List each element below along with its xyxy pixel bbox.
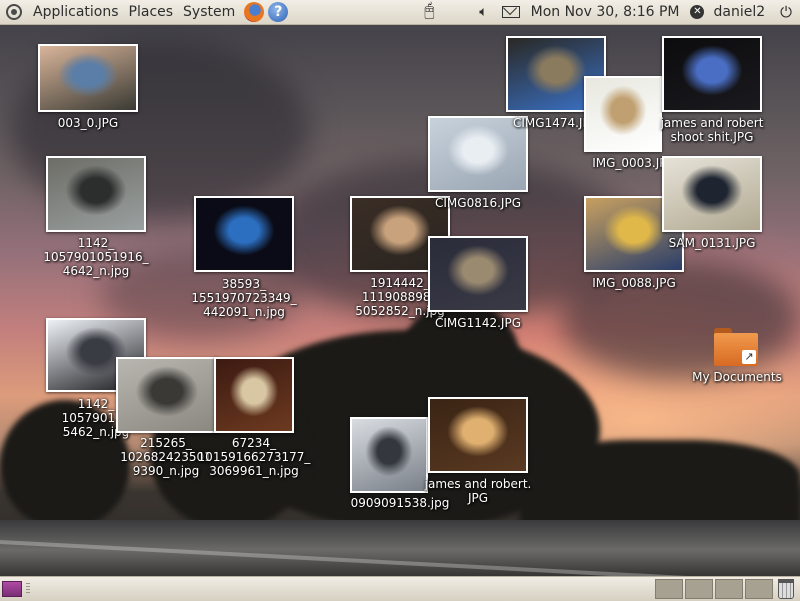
clock[interactable]: Mon Nov 30, 8:16 PM [526, 4, 685, 20]
panel-grip[interactable] [26, 583, 30, 595]
firefox-icon[interactable] [244, 2, 265, 22]
link-arrow-icon: ↗ [742, 350, 756, 364]
volume-icon[interactable]: 🔈︎ [475, 4, 491, 20]
top-panel: Applications Places System ? 🔈︎ Mon Nov … [0, 0, 800, 25]
menu-applications[interactable]: Applications [28, 4, 124, 20]
icon-label[interactable]: james and robert. JPG [418, 477, 538, 505]
help-icon[interactable]: ? [268, 2, 289, 22]
workspace-1[interactable] [655, 579, 683, 599]
mouse-pointer-icon: 🖰 [424, 0, 435, 21]
icon-label[interactable]: My Documents [677, 370, 797, 384]
photo-thumbnail-6[interactable] [214, 357, 294, 433]
user-name[interactable]: daniel2 [708, 4, 770, 20]
photo-thumbnail-5[interactable] [116, 357, 218, 433]
photo-thumbnail-11[interactable] [428, 397, 528, 473]
photo-thumbnail-9[interactable] [428, 236, 528, 312]
workspace-2[interactable] [685, 579, 713, 599]
icon-label[interactable]: CIMG0816.JPG [418, 196, 538, 210]
photo-thumbnail-14[interactable] [662, 36, 762, 112]
ubuntu-logo-icon[interactable] [6, 4, 22, 20]
power-icon[interactable]: ⏻ [770, 3, 800, 21]
menu-places[interactable]: Places [124, 4, 179, 20]
icon-label[interactable]: james and robert shoot shit.JPG [652, 116, 772, 144]
icon-label[interactable]: 1142_ 1057901051916_ 4642_n.jpg [36, 236, 156, 278]
workspace-3[interactable] [715, 579, 743, 599]
system-tray: 🔈︎ Mon Nov 30, 8:16 PM ✕ daniel2 ⏻ [475, 3, 800, 21]
menu-system[interactable]: System [178, 4, 240, 20]
folder-icon[interactable]: ↗ [714, 328, 758, 366]
bottom-panel [0, 576, 800, 601]
photo-thumbnail-2[interactable] [46, 156, 146, 232]
user-switch-icon[interactable]: ✕ [690, 5, 705, 19]
icon-label[interactable]: CIMG1142.JPG [418, 316, 538, 330]
photo-thumbnail-13[interactable] [584, 76, 662, 152]
icon-label[interactable]: 003_0.JPG [28, 116, 148, 130]
photo-thumbnail-1[interactable] [38, 44, 138, 112]
show-desktop-icon[interactable] [2, 581, 22, 597]
workspace-4[interactable] [745, 579, 773, 599]
photo-thumbnail-10[interactable] [350, 417, 428, 493]
photo-thumbnail-3[interactable] [194, 196, 294, 272]
icon-label[interactable]: 67234_ 10159166273177_ 3069961_n.jpg [194, 436, 314, 478]
photo-thumbnail-16[interactable] [662, 156, 762, 232]
icon-label[interactable]: IMG_0088.JPG [574, 276, 694, 290]
trash-icon[interactable] [778, 579, 794, 599]
icon-label[interactable]: 38593_ 1551970723349_ 442091_n.jpg [184, 277, 304, 319]
mail-icon[interactable] [501, 6, 520, 18]
icon-label[interactable]: SAM_0131.JPG [652, 236, 772, 250]
